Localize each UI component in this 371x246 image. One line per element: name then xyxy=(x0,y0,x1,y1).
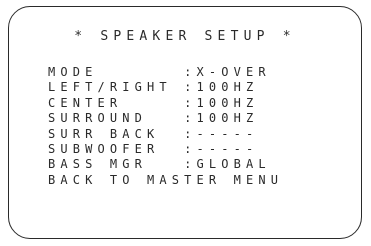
menu-item-separator: : xyxy=(184,111,197,126)
menu-item-value: ----- xyxy=(196,141,259,156)
menu-item-bass-mgr[interactable]: BASS MGR :GLOBAL xyxy=(48,157,283,172)
screen-title: * SPEAKER SETUP * xyxy=(74,29,296,44)
menu-item-value: ----- xyxy=(196,126,259,141)
menu-item-value: 100HZ xyxy=(196,111,259,126)
menu-item-center[interactable]: CENTER :100HZ xyxy=(48,96,283,111)
menu-item-separator: : xyxy=(184,141,197,156)
menu-item-value: 100HZ xyxy=(196,80,259,95)
menu-item-separator: : xyxy=(184,95,197,110)
menu-item-separator: : xyxy=(184,157,197,172)
menu-item-back-to-master-menu[interactable]: BACK TO MASTER MENU xyxy=(48,173,283,188)
menu-item-mode[interactable]: MODE :X-OVER xyxy=(48,65,283,80)
menu-item-label: SUBWOOFER xyxy=(48,141,160,156)
menu-item-label: MODE xyxy=(48,65,98,79)
menu-item-separator: : xyxy=(184,65,197,79)
menu-item-label: BASS MGR xyxy=(48,157,147,172)
menu-item-value: 100HZ xyxy=(196,95,259,110)
menu-item-separator: : xyxy=(184,80,197,95)
menu-item-label: LEFT/RIGHT xyxy=(48,80,172,95)
menu-item-label: SURR BACK xyxy=(48,126,160,141)
menu-item-label: SURROUND xyxy=(48,111,147,126)
menu-item-value: GLOBAL xyxy=(196,157,271,172)
menu-item-label: CENTER xyxy=(48,95,123,110)
menu-item-surround[interactable]: SURROUND :100HZ xyxy=(48,111,283,126)
menu-item-surr-back[interactable]: SURR BACK :----- xyxy=(48,127,283,142)
speaker-setup-menu: MODE :X-OVER LEFT/RIGHT :100HZ CENTER :1… xyxy=(48,65,283,188)
menu-item-label: BACK TO MASTER MENU xyxy=(48,172,284,187)
menu-item-separator: : xyxy=(184,126,197,141)
menu-item-value: X-OVER xyxy=(196,65,271,79)
menu-item-left-right[interactable]: LEFT/RIGHT :100HZ xyxy=(48,80,283,95)
osd-screen-frame: * SPEAKER SETUP * MODE :X-OVER LEFT/RIGH… xyxy=(8,6,362,239)
menu-item-subwoofer[interactable]: SUBWOOFER :----- xyxy=(48,142,283,157)
